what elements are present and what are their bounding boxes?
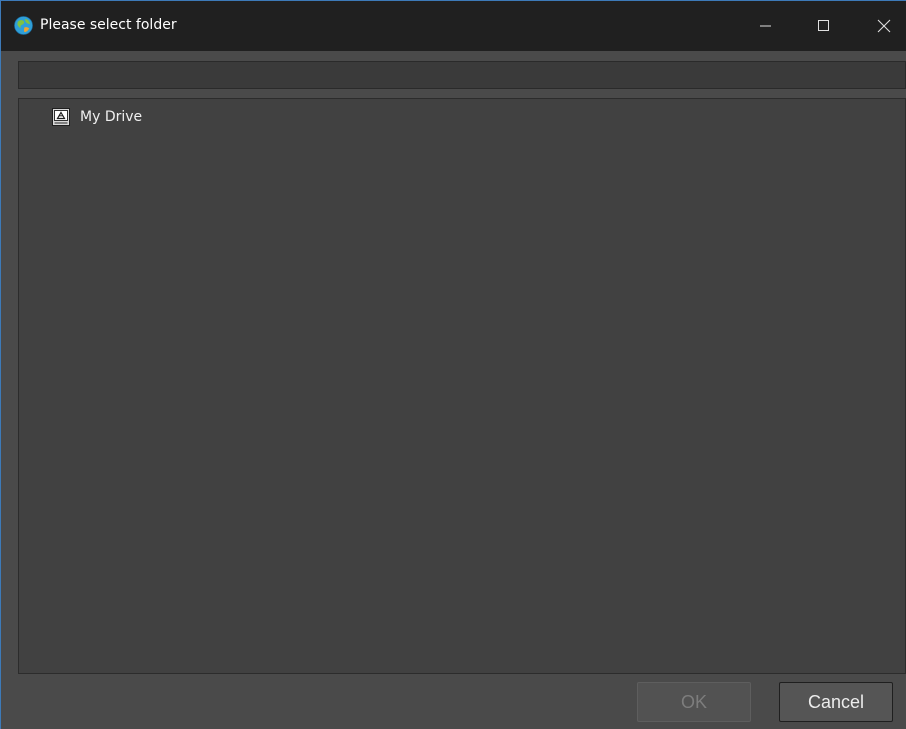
maximize-icon [818,20,829,31]
close-icon [877,19,891,33]
folder-tree[interactable]: My Drive [18,98,906,674]
window-title: Please select folder [40,17,177,33]
tree-item-label: My Drive [80,109,143,125]
path-field[interactable] [18,61,906,89]
minimize-button[interactable] [743,1,789,51]
title-bar[interactable]: Please select folder [1,1,906,51]
globe-app-icon [14,16,33,35]
maximize-button[interactable] [801,1,847,51]
folder-select-dialog: Please select folder My Drive OK Cancel [0,0,906,729]
close-button[interactable] [861,1,906,51]
minimize-icon [760,25,771,27]
ok-button[interactable]: OK [637,682,751,722]
drive-icon [52,108,70,126]
cancel-button[interactable]: Cancel [779,682,893,722]
tree-item-my-drive[interactable]: My Drive [52,107,142,127]
